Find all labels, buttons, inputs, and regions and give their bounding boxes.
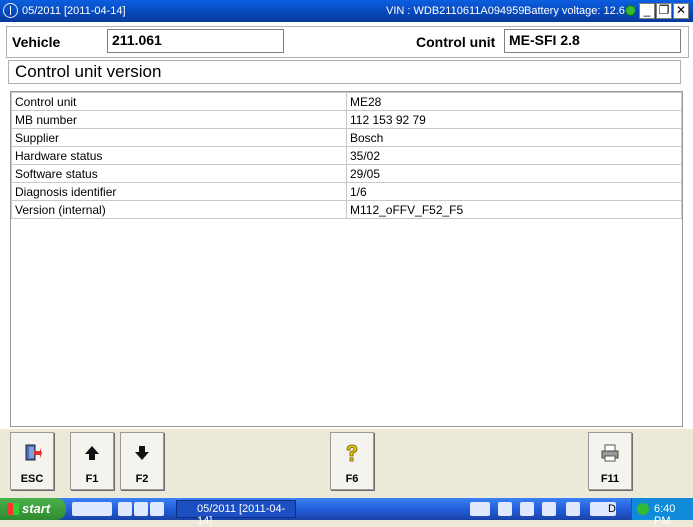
esc-button[interactable]: ESC xyxy=(10,432,54,490)
row-label: Control unit xyxy=(11,92,347,111)
network-icon xyxy=(637,503,649,515)
function-key-bar: ESC F1 F2 F6 F11 xyxy=(0,429,693,498)
vehicle-field: 211.061 xyxy=(107,29,284,53)
row-value: M112_oFFV_F52_F5 xyxy=(346,200,682,219)
printer-icon xyxy=(601,444,619,462)
row-label: Software status xyxy=(11,164,347,183)
system-tray: 6:40 PM xyxy=(631,498,693,527)
minimize-button[interactable]: _ xyxy=(639,3,655,19)
f1-label: F1 xyxy=(85,473,99,485)
row-value: Bosch xyxy=(346,128,682,147)
section-title: Control unit version xyxy=(8,60,681,84)
status-ok-icon xyxy=(625,5,636,16)
f11-button[interactable]: F11 xyxy=(588,432,632,490)
f2-label: F2 xyxy=(135,473,149,485)
browser-icon[interactable] xyxy=(134,502,148,516)
tray-icon[interactable] xyxy=(542,502,556,516)
mercedes-logo-icon xyxy=(3,3,18,18)
control-unit-field: ME-SFI 2.8 xyxy=(504,29,681,53)
row-label: Supplier xyxy=(11,128,347,147)
app-tray-icon[interactable] xyxy=(470,502,490,516)
taskbar: start 05/2011 [2011-04-14] D 6:40 PM xyxy=(0,498,693,527)
window-title: 05/2011 [2011-04-14] xyxy=(22,5,126,17)
tray-icon[interactable] xyxy=(498,502,512,516)
tray-drive-icon[interactable]: D xyxy=(590,502,616,516)
vin-label: VIN : WDB2110611A094959 xyxy=(386,5,525,17)
f6-label: F6 xyxy=(345,473,359,485)
clock: 6:40 PM xyxy=(654,503,676,527)
f11-label: F11 xyxy=(600,473,620,485)
row-value: 112 153 92 79 xyxy=(346,110,682,129)
start-label: start xyxy=(22,501,51,516)
help-question-icon xyxy=(346,444,358,462)
table-row: Diagnosis identifier 1/6 xyxy=(11,182,682,201)
arrow-up-icon xyxy=(85,446,99,460)
tray-icon[interactable] xyxy=(566,502,580,516)
title-bar: 05/2011 [2011-04-14] VIN : WDB2110611A09… xyxy=(0,0,693,22)
vehicle-header: Vehicle 211.061 Control unit ME-SFI 2.8 xyxy=(6,26,689,58)
f2-button[interactable]: F2 xyxy=(120,432,164,490)
vehicle-label: Vehicle xyxy=(12,34,61,50)
row-value: 35/02 xyxy=(346,146,682,165)
table-row: Hardware status 35/02 xyxy=(11,146,682,165)
windows-logo-icon xyxy=(7,503,19,515)
row-value: ME28 xyxy=(346,92,682,111)
close-button[interactable]: ✕ xyxy=(673,3,689,19)
row-label: Diagnosis identifier xyxy=(11,182,347,201)
table-row: Supplier Bosch xyxy=(11,128,682,147)
table-row: Control unit ME28 xyxy=(11,92,682,111)
f1-button[interactable]: F1 xyxy=(70,432,114,490)
row-label: Version (internal) xyxy=(11,200,347,219)
keyboard-icon[interactable] xyxy=(72,502,112,516)
battery-voltage: Battery voltage: 12.6 V xyxy=(524,5,636,17)
row-label: MB number xyxy=(11,110,347,129)
table-row: Software status 29/05 xyxy=(11,164,682,183)
quick-launch-icon[interactable] xyxy=(118,502,132,516)
esc-label: ESC xyxy=(20,473,44,485)
shield-icon[interactable] xyxy=(150,502,164,516)
start-button[interactable]: start xyxy=(0,498,66,520)
version-table: Control unit ME28 MB number 112 153 92 79 … xyxy=(10,91,683,427)
table-row: MB number 112 153 92 79 xyxy=(11,110,682,129)
row-label: Hardware status xyxy=(11,146,347,165)
exit-door-icon xyxy=(25,444,42,461)
row-value: 1/6 xyxy=(346,182,682,201)
main-area: Vehicle 211.061 Control unit ME-SFI 2.8 … xyxy=(0,22,693,498)
tray-icon[interactable] xyxy=(520,502,534,516)
arrow-down-icon xyxy=(135,446,149,460)
row-value: 29/05 xyxy=(346,164,682,183)
table-row: Version (internal) M112_oFFV_F52_F5 xyxy=(11,200,682,219)
f6-button[interactable]: F6 xyxy=(330,432,374,490)
task-button[interactable]: 05/2011 [2011-04-14] xyxy=(176,500,296,527)
control-unit-label: Control unit xyxy=(416,34,496,50)
restore-button[interactable]: ❐ xyxy=(656,3,672,19)
